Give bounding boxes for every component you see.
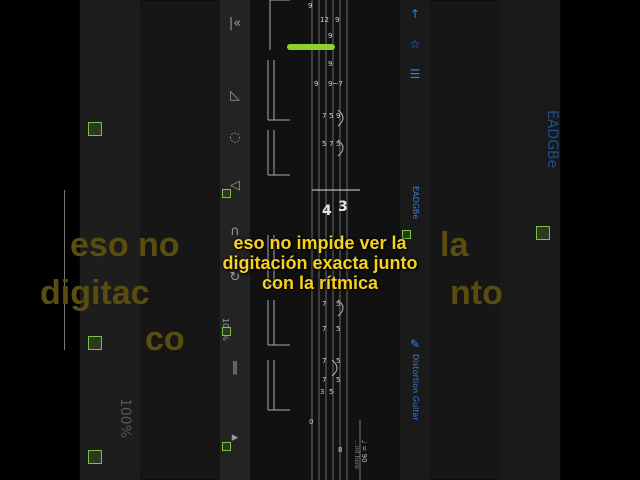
backdrop-green-marker [88,450,102,464]
green-marker [222,189,231,198]
pause-icon[interactable]: ‖ [225,358,245,378]
fret-number[interactable]: 7 [322,357,326,365]
metronome-icon[interactable]: ◺ [225,86,245,106]
time-signature-top: 3 [338,199,348,215]
fret-number[interactable]: 5 [336,140,340,148]
instrument-label[interactable]: Distortion Guitar [411,354,420,421]
fret-number[interactable]: 9 [328,60,332,68]
caption-line-3: con la rítmica [261,273,379,293]
fret-number[interactable]: 9 [335,16,339,24]
caption-line-1: eso no impide ver la [233,233,407,253]
fret-number[interactable]: 3 [320,388,324,396]
backdrop-green-marker [88,122,102,136]
fret-number[interactable]: 5 [336,357,340,365]
arrow-up-icon[interactable]: ↑ [407,6,423,22]
backdrop-tuning: EADGBe [544,110,560,169]
fret-number[interactable]: 9~7 [328,80,343,88]
star-icon[interactable]: ☆ [407,36,423,52]
fret-number[interactable]: 7 [322,376,326,384]
tempo-note: ...int here [353,440,360,469]
skip-to-start-icon[interactable]: |« [225,14,245,34]
mixer-icon[interactable]: ☰ [407,66,423,82]
fret-number[interactable]: 8 [338,446,342,454]
guitar-icon[interactable]: ✎ [407,336,423,352]
fret-number[interactable]: 5 [322,140,326,148]
fret-number[interactable]: 7 [322,300,326,308]
playhead-cursor[interactable] [287,44,335,50]
fret-number[interactable]: 7 [322,325,326,333]
tempo-marking: ♩ = 90 [360,440,368,463]
fret-number[interactable]: 0 [309,418,313,426]
fret-number[interactable]: 5 [336,376,340,384]
green-marker [222,327,231,336]
fret-number[interactable]: 9 [308,2,312,10]
time-signature-bottom: 4 [322,203,332,219]
backdrop-caption-3: co [145,320,185,358]
fret-number[interactable]: 9 [314,80,318,88]
green-marker [222,442,231,451]
fret-number[interactable]: 12 [320,16,329,24]
fret-number[interactable]: 7 [329,140,333,148]
fret-number[interactable]: 5 [329,388,333,396]
backdrop-speed: 100% [117,397,134,439]
fret-number[interactable]: 5 [336,325,340,333]
tuning-label[interactable]: EADGBe [411,186,420,219]
caption-line-2: digitación exacta junto [222,253,418,273]
fret-number[interactable]: 9 [328,32,332,40]
fret-number[interactable]: 5 [329,112,333,120]
fret-number[interactable]: 7 [322,112,326,120]
countdown-icon[interactable]: ◌ [225,128,245,148]
backdrop-green-marker [88,336,102,350]
fret-number[interactable]: 9 [336,112,340,120]
fret-number[interactable]: 5 [336,300,340,308]
